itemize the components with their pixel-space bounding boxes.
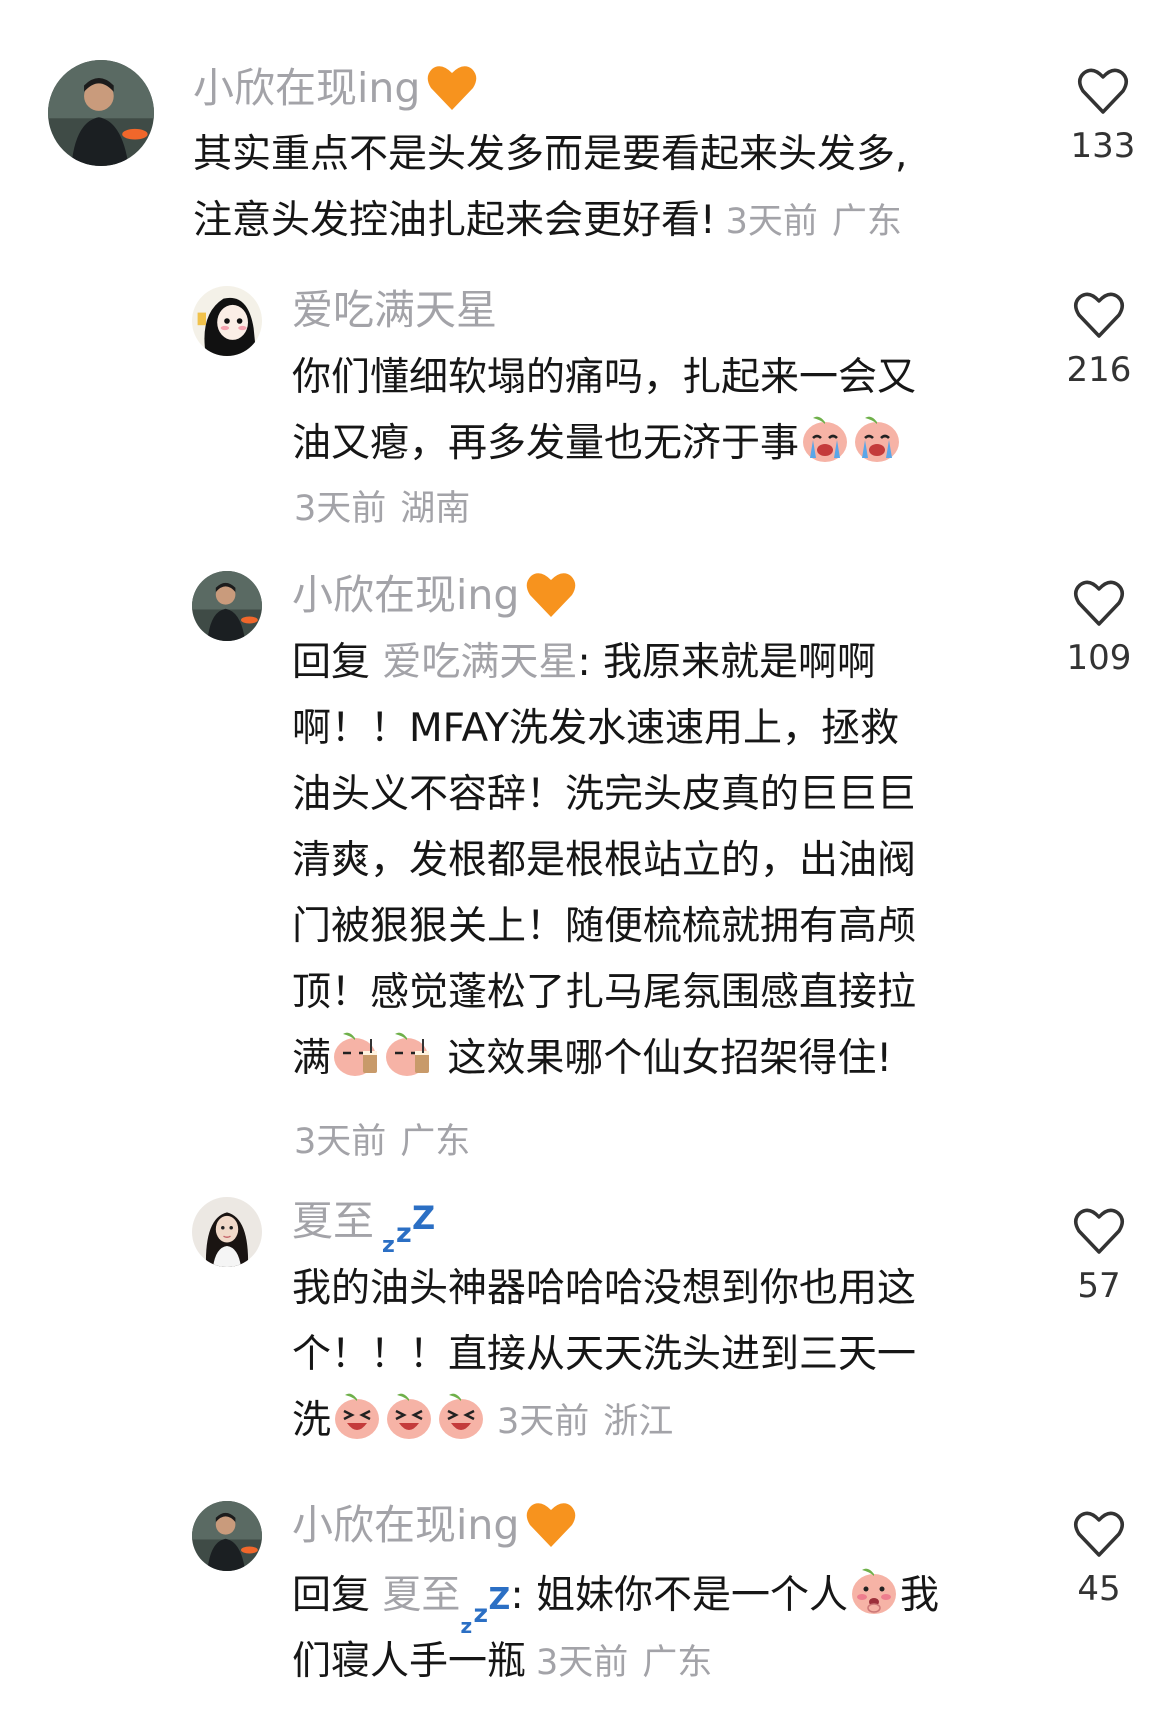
crying-peach-icon	[799, 412, 851, 464]
comment-line: 门被狠狠关上！随便梳梳就拥有高颅	[292, 904, 917, 949]
zzz-icon: zzZ	[460, 1581, 511, 1638]
laughing-peach-icon	[435, 1389, 487, 1441]
like-count: 216	[1066, 350, 1132, 390]
reply-prefix: 回复	[292, 1573, 371, 1618]
comment-line: 们寝人手一瓶 3天前 广东	[292, 1629, 1052, 1695]
username-text: 小欣在现ing	[292, 1501, 520, 1549]
comment-meta: 3天前 广东	[726, 202, 902, 242]
timestamp: 3天前	[294, 1122, 387, 1162]
ip-location: 浙江	[603, 1402, 674, 1442]
heart-outline-icon	[1074, 1208, 1124, 1254]
laughing-peach-icon	[331, 1389, 383, 1441]
username[interactable]: 小欣在现ing	[292, 567, 577, 623]
comment-meta: 3天前 浙江	[497, 1402, 673, 1442]
comment-text[interactable]: 我的油头神器哈哈哈没想到你也用这 个！！！直接从天天洗头进到三天一 洗 3天前 浙江	[292, 1256, 1032, 1454]
timestamp: 3天前	[294, 489, 387, 529]
like-count: 57	[1077, 1266, 1121, 1306]
ip-location: 广东	[400, 1122, 471, 1162]
comment-line: 油头义不容辞！洗完头皮真的巨巨巨	[292, 772, 917, 817]
ip-location: 广东	[642, 1643, 713, 1683]
comment-line: 洗 3天前 浙江	[292, 1388, 1032, 1454]
like-count: 45	[1077, 1569, 1121, 1609]
avatar[interactable]	[192, 571, 262, 641]
comment-meta: 3天前 广东	[294, 1117, 470, 1167]
comment-list: 小欣在现ing 其实重点不是头发多而是要看起来头发多, 注意头发控油扎起来会更好…	[0, 0, 1176, 1721]
username[interactable]: 夏至 z z Z	[292, 1193, 436, 1258]
like-button[interactable]: 133	[1048, 66, 1158, 168]
heart-outline-icon	[1074, 292, 1124, 338]
comment-line: 回复 夏至 z z Z: 姐妹你不是一个人 我	[292, 1563, 1052, 1638]
like-button[interactable]: 45	[1044, 1509, 1154, 1611]
avatar[interactable]	[192, 1197, 262, 1267]
comment-line: 注意头发控油扎起来会更好看! 3天前 广东	[193, 188, 993, 254]
reply-prefix: 回复	[292, 640, 371, 685]
comment-line: 啊！！MFAY洗发水速速用上，拯救	[292, 706, 899, 751]
reply-target-username[interactable]: 爱吃满天星	[382, 640, 577, 685]
comment-line: 回复 爱吃满天星: 我原来就是啊啊	[292, 630, 1032, 696]
avatar[interactable]	[48, 60, 154, 166]
heart-outline-icon	[1074, 1511, 1124, 1557]
username-text: 夏至	[292, 1197, 374, 1245]
avatar[interactable]	[192, 286, 262, 356]
comment-line: 清爽，发根都是根根站立的，出油阀	[292, 838, 917, 883]
username[interactable]: 小欣在现ing	[193, 60, 478, 116]
comment-text[interactable]: 回复 爱吃满天星: 我原来就是啊啊 啊！！MFAY洗发水速速用上，拯救 油头义不…	[292, 630, 1032, 1092]
milk-tea-peach-icon	[383, 1027, 435, 1079]
comment-line: 你们懂细软塌的痛吗，扎起来一会又	[292, 355, 917, 400]
heart-outline-icon	[1074, 580, 1124, 626]
laughing-peach-icon	[383, 1389, 435, 1441]
comment-meta: 3天前 湖南	[294, 484, 470, 534]
comment-line-text: : 我原来就是啊啊	[577, 640, 876, 685]
comment-line-text: 洗	[292, 1398, 332, 1443]
username-text: 小欣在现ing	[292, 571, 520, 619]
ip-location: 湖南	[400, 489, 471, 529]
comment-line: 我的油头神器哈哈哈没想到你也用这	[292, 1266, 917, 1311]
milk-tea-peach-icon	[331, 1027, 383, 1079]
comment-line: 满 这效果哪个仙女招架得住!	[292, 1026, 1032, 1092]
username-text: 小欣在现ing	[193, 64, 421, 112]
comment-text[interactable]: 回复 夏至 z z Z: 姐妹你不是一个人 我 们寝人手一瓶 3天前 广东	[292, 1563, 1052, 1695]
like-button[interactable]: 216	[1044, 290, 1154, 392]
username[interactable]: 爱吃满天星	[292, 282, 497, 338]
comment-line: 顶！感觉蓬松了扎马尾氛围感直接拉	[292, 970, 917, 1015]
comment-line: 油又瘪，再多发量也无济于事	[292, 411, 1032, 477]
timestamp: 3天前	[536, 1643, 629, 1683]
comment-line-text: 油又瘪，再多发量也无济于事	[292, 421, 800, 466]
reply-target-username[interactable]: 夏至	[382, 1573, 460, 1618]
orange-heart-icon	[426, 63, 478, 113]
comment-meta: 3天前 广东	[536, 1643, 712, 1683]
timestamp: 3天前	[725, 202, 818, 242]
username[interactable]: 小欣在现ing	[292, 1497, 577, 1553]
like-count: 133	[1070, 126, 1136, 166]
comment-line-text: 们寝人手一瓶	[292, 1639, 527, 1684]
comment-line: 其实重点不是头发多而是要看起来头发多,	[193, 132, 908, 177]
comment-text[interactable]: 其实重点不是头发多而是要看起来头发多, 注意头发控油扎起来会更好看! 3天前 广东	[193, 122, 993, 254]
comment-text[interactable]: 你们懂细软塌的痛吗，扎起来一会又 油又瘪，再多发量也无济于事	[292, 345, 1032, 477]
like-count: 109	[1066, 638, 1132, 678]
comment-line-text: : 姐妹你不是一个人	[510, 1573, 848, 1618]
orange-heart-icon	[525, 570, 577, 620]
comment-line-text: 这效果哪个仙女招架得住!	[447, 1036, 893, 1081]
comment-line-text: 注意头发控油扎起来会更好看!	[193, 198, 716, 243]
ip-location: 广东	[831, 202, 902, 242]
heart-outline-icon	[1078, 68, 1128, 114]
comment-line: 个！！！直接从天天洗头进到三天一	[292, 1332, 917, 1377]
like-button[interactable]: 57	[1044, 1206, 1154, 1308]
comment-line-text: 我	[899, 1573, 939, 1618]
zzz-icon: z z Z	[382, 1199, 436, 1258]
like-button[interactable]: 109	[1044, 578, 1154, 680]
avatar[interactable]	[192, 1501, 262, 1571]
shy-peach-icon	[848, 1564, 900, 1616]
username-text: 爱吃满天星	[292, 286, 497, 334]
crying-peach-icon	[851, 412, 903, 464]
timestamp: 3天前	[497, 1402, 590, 1442]
comment-line-text: 满	[292, 1036, 332, 1081]
orange-heart-icon	[525, 1500, 577, 1550]
